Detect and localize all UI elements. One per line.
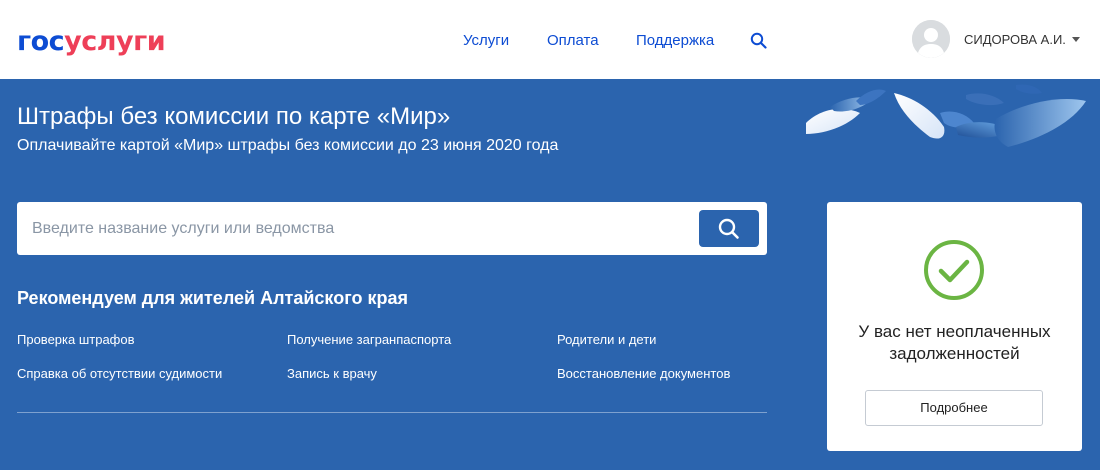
user-name[interactable]: СИДОРОВА А.И. (964, 32, 1066, 48)
gosuslugi-logo[interactable]: госуслуги (17, 26, 166, 57)
logo-part-gos: гос (17, 26, 65, 57)
top-header: госуслуги Услуги Оплата Поддержка СИДОРО… (0, 0, 1100, 79)
decorative-petals-graphic (806, 84, 1086, 147)
service-search-box (17, 202, 767, 255)
service-search-input[interactable] (32, 202, 692, 255)
chevron-down-icon[interactable] (1072, 37, 1080, 42)
hero-title[interactable]: Штрафы без комиссии по карте «Мир» (17, 103, 450, 131)
details-button[interactable]: Подробнее (865, 390, 1043, 426)
rec-link-parents-children[interactable]: Родители и дети (557, 332, 656, 348)
search-button[interactable] (699, 210, 759, 247)
rec-link-fines-check[interactable]: Проверка штрафов (17, 332, 135, 348)
logo-part-uslugi: услуги (64, 26, 166, 57)
no-debt-message: У вас нет неоплаченных задолженностей (858, 322, 1051, 363)
rec-link-passport[interactable]: Получение загранпаспорта (287, 332, 451, 348)
recommended-title: Рекомендуем для жителей Алтайского края (17, 288, 408, 308)
search-icon[interactable] (749, 31, 769, 51)
rec-link-restore-documents[interactable]: Восстановление документов (557, 366, 730, 382)
user-silhouette-icon (912, 20, 950, 58)
check-circle-icon (924, 240, 984, 300)
hero-banner: Штрафы без комиссии по карте «Мир» Оплач… (0, 79, 1100, 470)
user-avatar[interactable] (912, 20, 950, 58)
rec-link-criminal-record[interactable]: Справка об отсутствии судимости (17, 366, 222, 382)
rec-link-doctor-appointment[interactable]: Запись к врачу (287, 366, 377, 382)
nav-support-link[interactable]: Поддержка (636, 32, 714, 50)
nav-services-link[interactable]: Услуги (463, 32, 509, 50)
hero-subtitle: Оплачивайте картой «Мир» штрафы без коми… (17, 137, 559, 154)
debt-status-card: У вас нет неоплаченных задолженностей По… (827, 202, 1082, 451)
nav-payment-link[interactable]: Оплата (547, 32, 599, 50)
search-icon (718, 218, 739, 239)
section-divider (17, 412, 767, 413)
